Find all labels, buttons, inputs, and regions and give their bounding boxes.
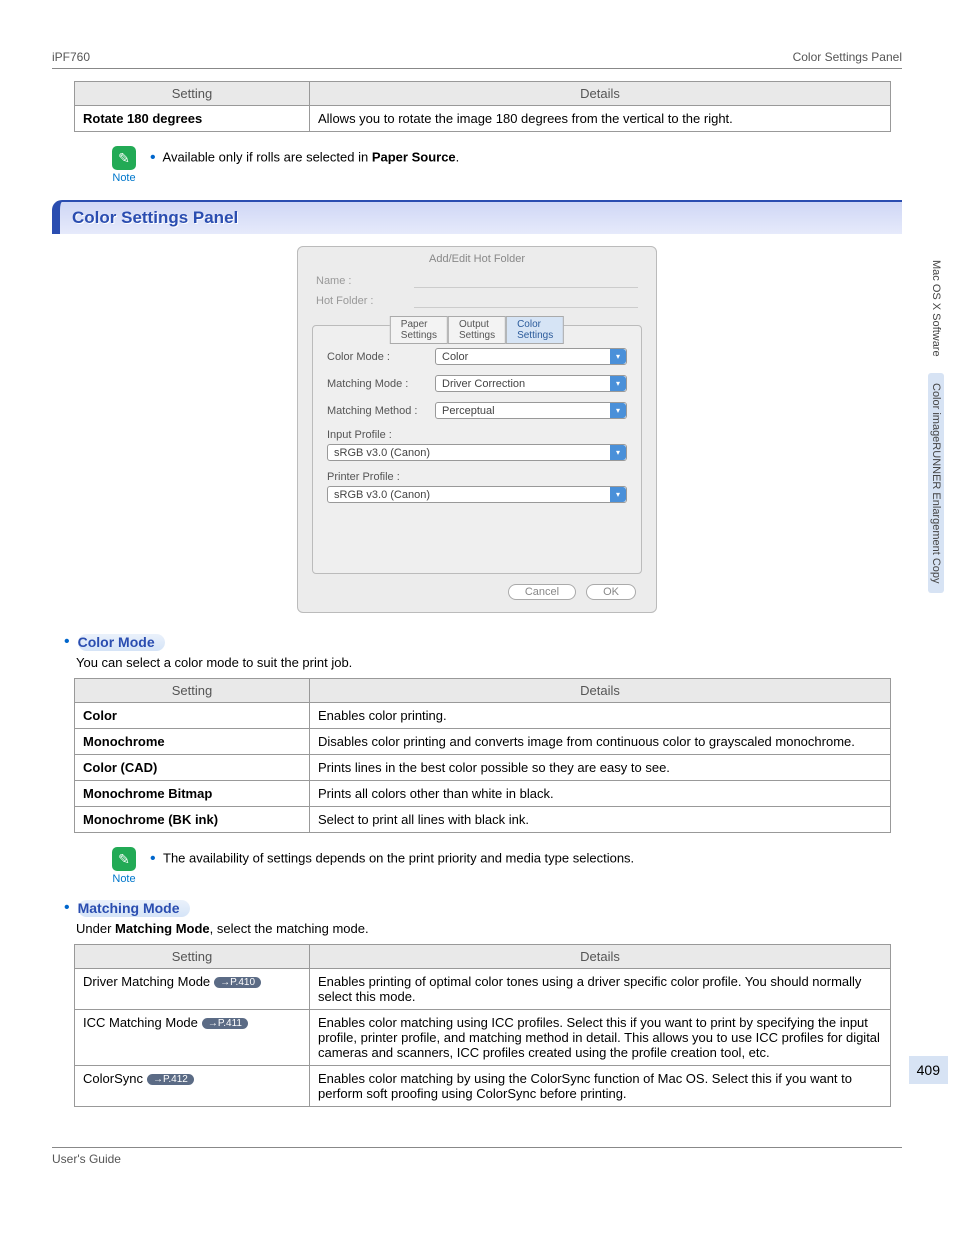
mm-desc-post: , select the matching mode. [210, 921, 369, 936]
col-setting: Setting [75, 945, 310, 969]
matching-mode-label: Matching Mode : [327, 378, 427, 390]
chevron-down-icon: ▾ [610, 487, 626, 502]
hotfolder-input[interactable] [414, 294, 638, 308]
printer-profile-select[interactable]: sRGB v3.0 (Canon) ▾ [327, 486, 627, 503]
col-details: Details [310, 82, 891, 106]
page-number: 409 [909, 1056, 948, 1084]
setting-details: Prints all colors other than white in bl… [310, 781, 891, 807]
note-bold: Paper Source [372, 149, 456, 164]
table-row: ColorSync →P.412 Enables color matching b… [75, 1066, 891, 1107]
name-input[interactable] [414, 274, 638, 288]
setting-details: Enables color matching by using the Colo… [310, 1066, 891, 1107]
matching-mode-table: Setting Details Driver Matching Mode →P.4… [74, 944, 891, 1107]
bullet-icon: • [64, 633, 70, 651]
table-row: Monochrome Bitmap Prints all colors other… [75, 781, 891, 807]
input-profile-value: sRGB v3.0 (Canon) [334, 447, 430, 459]
bullet-icon: • [150, 850, 156, 867]
col-setting: Setting [75, 82, 310, 106]
dialog-preview: Add/Edit Hot Folder Name : Hot Folder : … [297, 246, 657, 613]
setting-name: Monochrome [83, 734, 165, 749]
note-text: The availability of settings depends on … [163, 850, 634, 865]
setting-name: Color (CAD) [83, 760, 157, 775]
table-row: Monochrome Disables color printing and co… [75, 729, 891, 755]
bullet-icon: • [150, 149, 156, 166]
mm-desc-pre: Under [76, 921, 115, 936]
hotfolder-label: Hot Folder : [316, 295, 406, 307]
col-details: Details [310, 945, 891, 969]
table-row: Driver Matching Mode →P.410 Enables print… [75, 969, 891, 1010]
setting-name: ICC Matching Mode [83, 1015, 198, 1030]
chevron-down-icon: ▾ [610, 403, 626, 418]
chevron-down-icon: ▾ [610, 349, 626, 364]
tab-paper-settings[interactable]: Paper Settings [390, 316, 448, 344]
printer-profile-label: Printer Profile : [327, 471, 627, 483]
col-details: Details [310, 679, 891, 703]
doc-section: Color Settings Panel [793, 50, 902, 64]
matching-method-value: Perceptual [442, 405, 495, 417]
chevron-down-icon: ▾ [610, 376, 626, 391]
rotate-table: Setting Details Rotate 180 degrees Allow… [74, 81, 891, 132]
ok-button[interactable]: OK [586, 584, 636, 600]
setting-details: Disables color printing and converts ima… [310, 729, 891, 755]
tab-color-settings[interactable]: Color Settings [506, 316, 564, 344]
note-label: Note [112, 873, 135, 885]
note-rolls: ✎ Note • Available only if rolls are sel… [112, 146, 902, 184]
footer: User's Guide [52, 1147, 902, 1166]
note-icon: ✎ [112, 146, 136, 170]
color-mode-heading: Color Mode [78, 634, 155, 650]
color-mode-table: Setting Details Color Enables color print… [74, 678, 891, 833]
setting-details: Prints lines in the best color possible … [310, 755, 891, 781]
page-ref-pill[interactable]: →P.411 [202, 1018, 248, 1029]
setting-name: ColorSync [83, 1071, 143, 1086]
side-tab-imagerunner[interactable]: Color imageRUNNER Enlargement Copy [928, 373, 944, 594]
side-tab-macos[interactable]: Mac OS X Software [928, 250, 944, 367]
page-ref-pill[interactable]: →P.410 [214, 977, 261, 988]
setting-details: Allows you to rotate the image 180 degre… [310, 106, 891, 132]
setting-details: Enables color matching using ICC profile… [310, 1010, 891, 1066]
section-banner: Color Settings Panel [52, 200, 902, 234]
table-row: Rotate 180 degrees Allows you to rotate … [75, 106, 891, 132]
setting-details: Enables printing of optimal color tones … [310, 969, 891, 1010]
color-mode-label: Color Mode : [327, 351, 427, 363]
table-row: ICC Matching Mode →P.411 Enables color ma… [75, 1010, 891, 1066]
note-suffix: . [456, 149, 460, 164]
table-row: Color Enables color printing. [75, 703, 891, 729]
bullet-icon: • [64, 899, 70, 917]
cancel-button[interactable]: Cancel [508, 584, 576, 600]
setting-details: Enables color printing. [310, 703, 891, 729]
page-ref-pill[interactable]: →P.412 [147, 1074, 194, 1085]
setting-details: Select to print all lines with black ink… [310, 807, 891, 833]
dialog-title: Add/Edit Hot Folder [298, 247, 656, 271]
table-row: Monochrome (BK ink) Select to print all l… [75, 807, 891, 833]
color-mode-select[interactable]: Color ▾ [435, 348, 627, 365]
setting-name: Monochrome Bitmap [83, 786, 212, 801]
col-setting: Setting [75, 679, 310, 703]
setting-name: Driver Matching Mode [83, 974, 210, 989]
chevron-down-icon: ▾ [610, 445, 626, 460]
note-availability: ✎ Note • The availability of settings de… [112, 847, 902, 885]
printer-profile-value: sRGB v3.0 (Canon) [334, 489, 430, 501]
matching-method-label: Matching Method : [327, 405, 427, 417]
setting-name: Color [83, 708, 117, 723]
table-row: Color (CAD) Prints lines in the best colo… [75, 755, 891, 781]
color-mode-desc: You can select a color mode to suit the … [76, 655, 902, 670]
color-mode-value: Color [442, 351, 468, 363]
mm-desc-bold: Matching Mode [115, 921, 210, 936]
matching-mode-value: Driver Correction [442, 378, 525, 390]
name-label: Name : [316, 275, 406, 287]
note-icon: ✎ [112, 847, 136, 871]
input-profile-label: Input Profile : [327, 429, 627, 441]
note-label: Note [112, 172, 135, 184]
matching-mode-select[interactable]: Driver Correction ▾ [435, 375, 627, 392]
matching-method-select[interactable]: Perceptual ▾ [435, 402, 627, 419]
setting-name: Rotate 180 degrees [83, 111, 202, 126]
setting-name: Monochrome (BK ink) [83, 812, 218, 827]
matching-mode-heading: Matching Mode [78, 900, 180, 916]
banner-title: Color Settings Panel [72, 208, 238, 227]
input-profile-select[interactable]: sRGB v3.0 (Canon) ▾ [327, 444, 627, 461]
tab-output-settings[interactable]: Output Settings [448, 316, 506, 344]
note-text: Available only if rolls are selected in [163, 149, 372, 164]
doc-model: iPF760 [52, 50, 90, 64]
